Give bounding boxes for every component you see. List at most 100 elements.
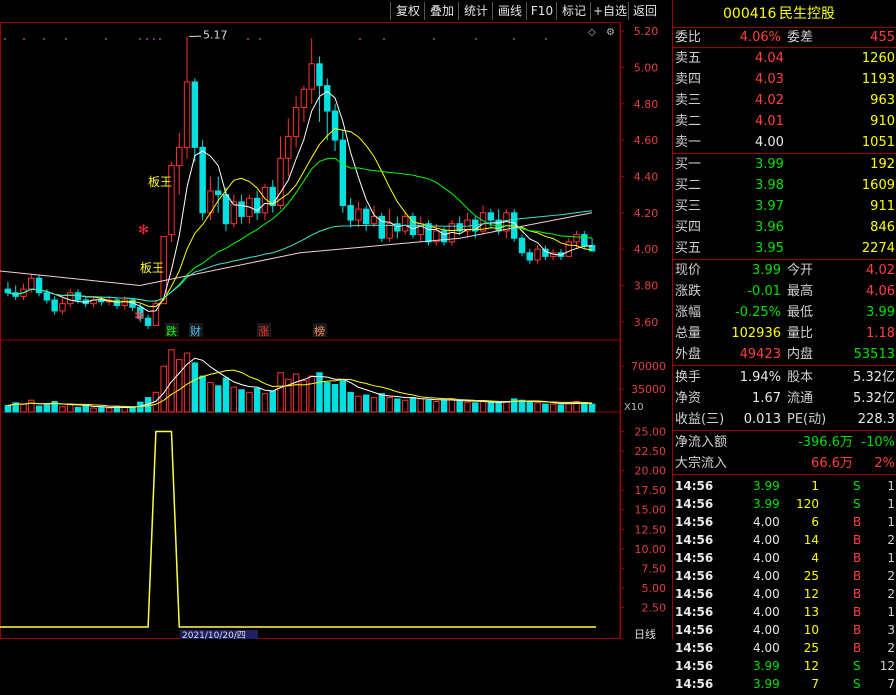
ask-row: 卖二4.01910 <box>673 111 896 132</box>
candle-body <box>371 216 376 223</box>
ask-label: 卖三 <box>675 90 701 111</box>
vol-ma-line <box>8 370 592 407</box>
candle-body <box>543 249 548 256</box>
ind-tick-label: 10.00 <box>635 543 667 556</box>
bid-price: 3.99 <box>755 154 784 175</box>
toolbar-button-5[interactable]: 标记 <box>556 2 591 20</box>
ask-row: 卖三4.02963 <box>673 90 896 111</box>
volume-bar <box>488 402 493 412</box>
bid-vol: 846 <box>870 217 895 238</box>
marker-dot <box>383 38 385 40</box>
quote-value: 49423 <box>740 344 781 365</box>
volume-bar <box>106 408 111 412</box>
volume-bar <box>363 395 368 412</box>
kline-svg[interactable]: 5.205.004.804.604.404.204.003.803.605.17… <box>0 22 672 639</box>
quote-value: -0.01 <box>747 281 781 302</box>
bid-price: 3.95 <box>755 238 784 259</box>
candle-body <box>223 195 228 224</box>
diamond-icon: ◇ <box>588 27 596 38</box>
volume-bar <box>348 392 353 412</box>
stock-header: 000416 民生控股 <box>673 2 896 26</box>
bid-price: 3.98 <box>755 175 784 196</box>
marker-dot <box>513 38 515 40</box>
tick-price: 3.99 <box>753 674 780 695</box>
volume-bar <box>293 374 298 412</box>
bid-label: 买三 <box>675 196 701 217</box>
y-tick-label: 5.00 <box>634 61 659 74</box>
y-tick-label: 3.60 <box>634 316 659 329</box>
bid-vol: 192 <box>870 154 895 175</box>
volume-bar <box>558 405 563 412</box>
candle-body <box>29 278 34 289</box>
bid-label: 买二 <box>675 175 701 196</box>
candle-body <box>340 140 345 205</box>
y-tick-label: 3.80 <box>634 279 659 292</box>
tick-vol: 7 <box>811 674 819 695</box>
toolbar-button-0[interactable]: 复权 <box>390 2 425 20</box>
stats-label2: 流通 <box>787 388 813 409</box>
volume-bar <box>67 404 72 412</box>
stats-value: 1.67 <box>752 388 781 409</box>
bid-label: 买五 <box>675 238 701 259</box>
toolbar-button-2[interactable]: 统计 <box>458 2 493 20</box>
quote-label2: 最高 <box>787 281 813 302</box>
candle-body <box>145 318 150 325</box>
quote-value: -0.25% <box>735 302 781 323</box>
bid-row: 买一 3.99 192 <box>673 154 896 175</box>
toolbar-button-6[interactable]: +自选 <box>590 2 629 20</box>
quote-label2: 量比 <box>787 323 813 344</box>
ask-price: 4.00 <box>755 132 784 153</box>
toolbar-button-4[interactable]: F10 <box>526 2 557 20</box>
bid-label: 买一 <box>675 154 701 175</box>
marker-dot <box>159 38 161 40</box>
candle-body <box>348 206 353 221</box>
marker-dot <box>153 38 155 40</box>
ask-price: 4.04 <box>755 48 784 69</box>
vol-ma-line <box>8 358 592 407</box>
bid-price: 3.97 <box>755 196 784 217</box>
volume-bar <box>379 394 384 412</box>
ind-tick-label: 20.00 <box>635 465 667 478</box>
volume-bar <box>99 407 104 412</box>
marker-dot <box>359 38 361 40</box>
y-tick-label: 5.20 <box>634 25 659 38</box>
chart-area[interactable]: 5.205.004.804.604.404.204.003.803.605.17… <box>0 22 672 639</box>
marker-dot <box>105 38 107 40</box>
bid-row: 买四3.96846 <box>673 217 896 238</box>
candle-body <box>566 242 571 257</box>
quote-value: 102936 <box>731 323 781 344</box>
butterfly-icon: ✻ <box>134 309 145 324</box>
marker-dot <box>43 38 45 40</box>
quote-value: 3.99 <box>752 260 781 281</box>
flow-pct: 2% <box>874 453 895 474</box>
event-label: 财 <box>190 324 201 338</box>
candle-body <box>301 89 306 107</box>
candle-body <box>5 289 10 293</box>
bid-row: 买五3.952274 <box>673 238 896 259</box>
toolbar-button-3[interactable]: 画线 <box>492 2 527 20</box>
volume-bar <box>192 363 197 412</box>
volume-bar <box>449 399 454 412</box>
volume-bar <box>395 399 400 412</box>
stats-label: 净资 <box>675 388 701 409</box>
flow-label: 净流入额 <box>675 432 727 453</box>
order-ratio-label: 委比 <box>675 27 701 48</box>
butterfly-icon: ✻ <box>138 223 149 238</box>
candle-body <box>239 202 244 217</box>
candle-body <box>52 300 57 311</box>
ask-label: 卖一 <box>675 132 701 153</box>
candle-body <box>60 304 65 311</box>
quote-value2: 4.06 <box>866 281 895 302</box>
candle-body <box>309 64 314 89</box>
bid-label: 买四 <box>675 217 701 238</box>
toolbar-button-7[interactable]: 返回 <box>628 2 661 20</box>
volume-bar <box>223 378 228 412</box>
volume-bar <box>519 400 524 412</box>
volume-bar <box>83 406 88 412</box>
candle-body <box>402 216 407 231</box>
candle-body <box>356 209 361 220</box>
quote-label: 外盘 <box>675 344 701 365</box>
volume-bar <box>434 402 439 412</box>
candle-body <box>574 235 579 242</box>
toolbar-button-1[interactable]: 叠加 <box>424 2 459 20</box>
